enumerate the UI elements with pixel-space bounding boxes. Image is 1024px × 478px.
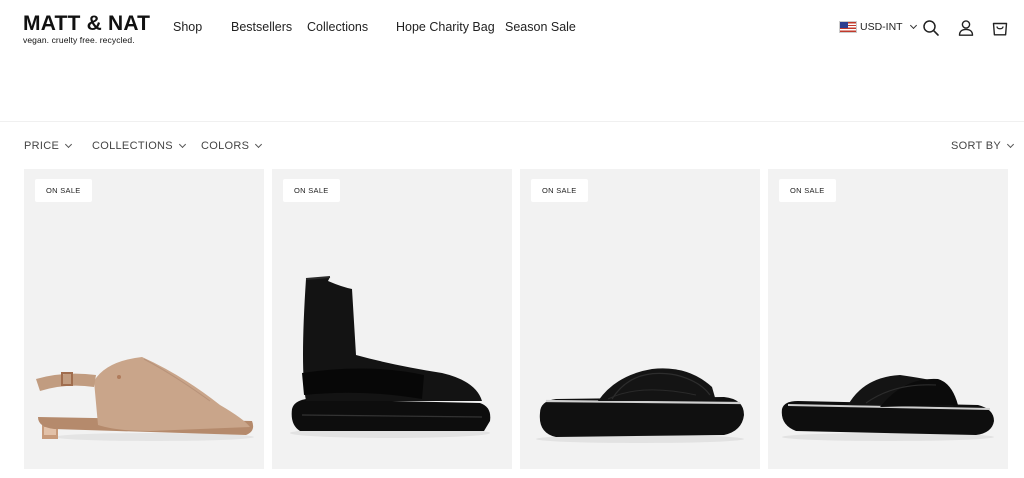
filter-colors[interactable]: COLORS bbox=[201, 140, 263, 152]
black-crossover-platform-slide-image bbox=[536, 368, 744, 443]
nav-item-bestsellers[interactable]: Bestsellers bbox=[231, 20, 292, 34]
filter-colors-label: COLORS bbox=[201, 140, 250, 152]
filter-collections-label: COLLECTIONS bbox=[92, 140, 173, 152]
banner-area bbox=[0, 58, 1024, 122]
sort-by-label: SORT BY bbox=[951, 140, 1001, 152]
on-sale-badge: ON SALE bbox=[531, 179, 588, 202]
on-sale-badge: ON SALE bbox=[35, 179, 92, 202]
us-flag-icon bbox=[839, 21, 857, 33]
filter-price[interactable]: PRICE bbox=[24, 140, 73, 152]
currency-label: USD-INT bbox=[860, 21, 903, 33]
chevron-down-icon bbox=[909, 21, 917, 30]
account-icon[interactable] bbox=[957, 19, 975, 37]
brand-tagline: vegan. cruelty free. recycled. bbox=[23, 35, 135, 45]
beige-slingback-sandal-image bbox=[36, 357, 254, 441]
product-card[interactable]: ON SALE bbox=[272, 169, 512, 469]
nav-item-collections[interactable]: Collections bbox=[307, 20, 368, 34]
chevron-down-icon bbox=[178, 140, 186, 149]
brand-logo[interactable]: MATT & NAT vegan. cruelty free. recycled… bbox=[23, 13, 150, 45]
filter-price-label: PRICE bbox=[24, 140, 60, 152]
cart-icon[interactable] bbox=[991, 19, 1009, 37]
brand-name: MATT & NAT bbox=[23, 12, 151, 35]
product-card[interactable]: ON SALE bbox=[768, 169, 1008, 469]
chevron-down-icon bbox=[1006, 140, 1015, 149]
currency-selector[interactable]: USD-INT bbox=[839, 21, 917, 33]
black-sock-boot-image bbox=[290, 276, 491, 438]
nav-item-season-sale[interactable]: Season Sale bbox=[505, 20, 576, 34]
black-crossover-slide-image bbox=[781, 375, 994, 441]
site-header: MATT & NAT vegan. cruelty free. recycled… bbox=[0, 0, 1024, 58]
on-sale-badge: ON SALE bbox=[283, 179, 340, 202]
sort-by[interactable]: SORT BY bbox=[951, 140, 1015, 152]
product-card[interactable]: ON SALE bbox=[520, 169, 760, 469]
chevron-down-icon bbox=[65, 140, 73, 149]
search-icon[interactable] bbox=[922, 19, 940, 37]
nav-item-shop[interactable]: Shop bbox=[173, 20, 202, 34]
on-sale-badge: ON SALE bbox=[779, 179, 836, 202]
nav-item-hope-charity-bag[interactable]: Hope Charity Bag bbox=[396, 20, 495, 34]
product-card[interactable]: ON SALE bbox=[24, 169, 264, 469]
filter-collections[interactable]: COLLECTIONS bbox=[92, 140, 186, 152]
filter-bar: PRICE COLLECTIONS COLORS SORT BY bbox=[0, 140, 1024, 154]
chevron-down-icon bbox=[255, 140, 263, 149]
